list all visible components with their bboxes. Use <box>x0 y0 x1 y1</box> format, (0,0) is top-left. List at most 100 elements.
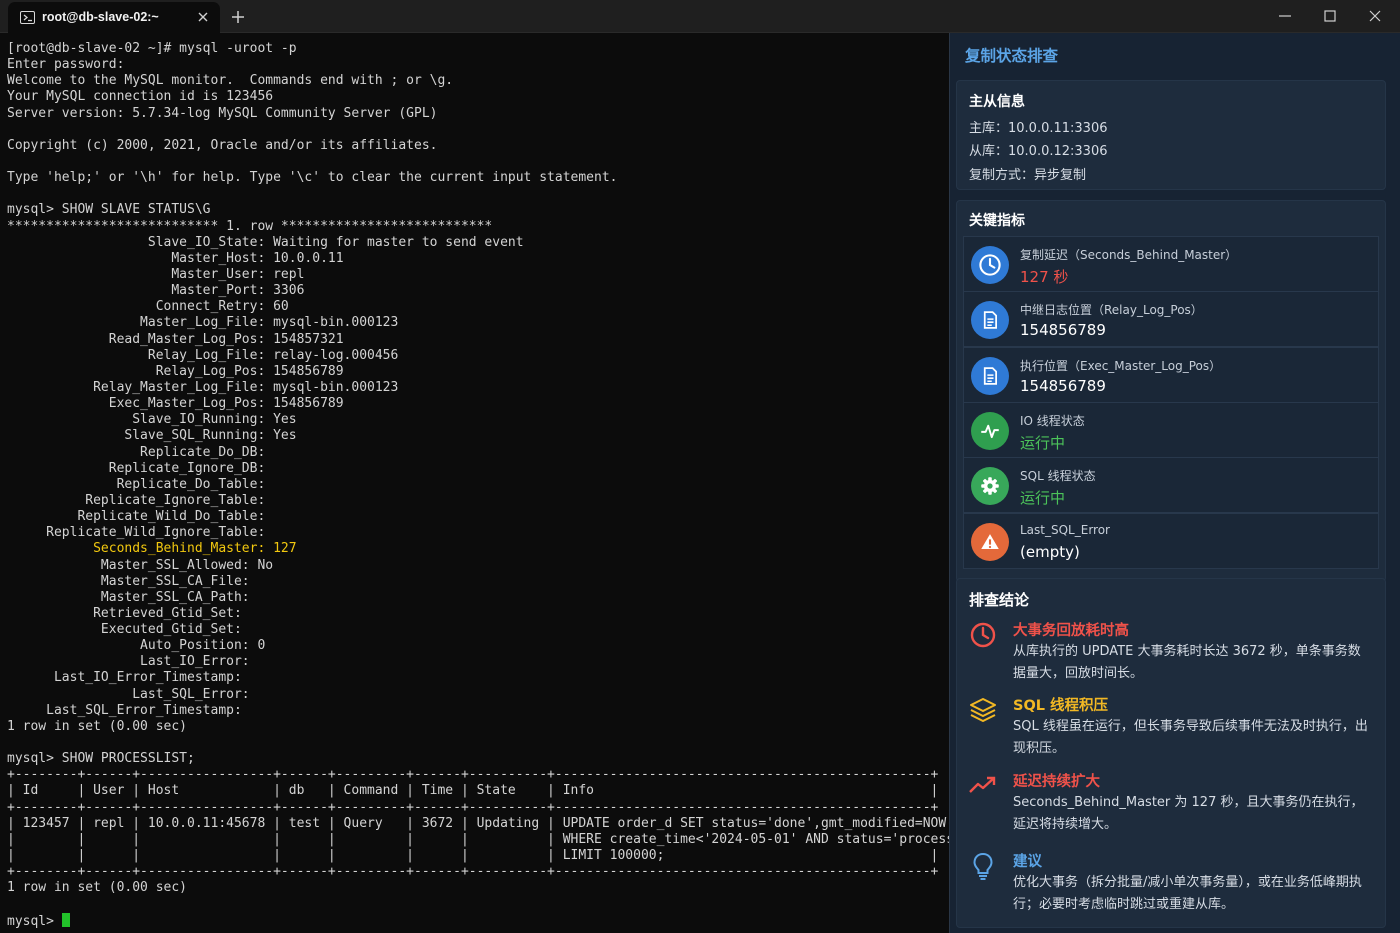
terminal-line: | | | | | | | | LIMIT 100000; | <box>7 848 939 864</box>
terminal-line: Welcome to the MySQL monitor. Commands e… <box>7 73 454 89</box>
conclusion-desc: SQL 线程虽在运行，但长事务导致后续事件无法及时执行，出现积压。 <box>1013 719 1368 756</box>
terminal-line: mysql> <box>7 912 949 929</box>
terminal-line: *************************** 1. row *****… <box>7 218 493 234</box>
terminal-line: Last_SQL_Error_Timestamp: <box>7 702 242 718</box>
terminal-line: Master_SSL_CA_File: <box>7 573 250 589</box>
terminal-line: +--------+------+-----------------+-----… <box>7 799 939 815</box>
metric-row: 复制延迟（Seconds_Behind_Master） 127 秒 <box>963 236 1379 292</box>
minimize-icon[interactable] <box>1277 8 1293 24</box>
conclusion-heading: 排查结论 <box>969 591 1030 609</box>
layers-icon <box>967 694 999 726</box>
lightbulb-icon <box>967 850 999 882</box>
metric-label: 复制延迟（Seconds_Behind_Master） <box>1020 248 1238 262</box>
metrics-heading: 关键指标 <box>969 213 1025 229</box>
conclusion-title: 延迟持续扩大 <box>1013 774 1100 790</box>
terminal-line: Relay_Master_Log_File: mysql-bin.000123 <box>7 379 399 395</box>
metric-row: 中继日志位置（Relay_Log_Pos） 154856789 <box>963 291 1379 348</box>
metric-label: IO 线程状态 <box>1020 413 1085 428</box>
terminal-line: Replicate_Wild_Do_Table: <box>7 509 266 525</box>
conclusion-desc: 从库执行的 UPDATE 大事务耗时长达 3672 秒，单条事务数据量大，回放时… <box>1013 644 1361 681</box>
maximize-icon[interactable] <box>1322 8 1338 24</box>
terminal-line: +--------+------+-----------------+-----… <box>7 767 939 783</box>
terminal-line: Slave_IO_State: Waiting for master to se… <box>7 234 524 250</box>
terminal-line: Slave_IO_Running: Yes <box>7 412 297 428</box>
terminal-line: Auto_Position: 0 <box>7 638 266 654</box>
terminal-output[interactable]: [root@db-slave-02 ~]# mysql -uroot -p Ent… <box>0 33 949 933</box>
terminal-line: 1 row in set (0.00 sec) <box>7 880 188 896</box>
document-icon <box>971 301 1009 340</box>
terminal-line: Relay_Log_File: relay-log.000456 <box>7 347 399 363</box>
terminal-line: Replicate_Ignore_DB: <box>7 460 266 476</box>
metric-row: IO 线程状态运行中 <box>963 401 1379 458</box>
terminal-cursor <box>61 912 70 927</box>
title-bar: root@db-slave-02:~ <box>0 0 1400 33</box>
metric-value: 运行中 <box>1020 433 1066 452</box>
terminal-line: Copyright (c) 2000, 2021, Oracle and/or … <box>7 137 438 153</box>
terminal-icon <box>20 11 35 24</box>
new-tab-icon[interactable] <box>228 7 248 27</box>
gear-icon <box>971 467 1009 506</box>
terminal-line: Master_Port: 3306 <box>7 283 305 299</box>
terminal-line: Relay_Log_Pos: 154856789 <box>7 363 344 379</box>
terminal-line: Replicate_Do_DB: <box>7 444 266 460</box>
clock-icon <box>971 246 1009 284</box>
tab-title: root@db-slave-02:~ <box>42 10 159 24</box>
terminal-line: Retrieved_Gtid_Set: <box>7 605 242 621</box>
terminal-line: Seconds_Behind_Master: 127 <box>7 541 949 557</box>
clock-icon <box>967 619 999 651</box>
terminal-line: Your MySQL connection id is 123456 <box>7 89 274 105</box>
metric-value: 154856789 <box>1020 321 1106 340</box>
terminal-line: Enter password: <box>7 57 125 73</box>
terminal-line: | Id | User | Host | db | Command | Time… <box>7 783 939 799</box>
close-window-icon[interactable] <box>1367 8 1383 24</box>
metric-row: 执行位置（Exec_Master_Log_Pos） 154856789 <box>963 346 1379 403</box>
terminal-line: Master_SSL_CA_Path: <box>7 589 250 605</box>
replication-panel: 复制状态排查 主从信息 主库：10.0.0.11:3306 从库：10.0.0.… <box>949 33 1400 933</box>
master-host: 主库：10.0.0.11:3306 <box>969 121 1108 136</box>
metric-row: SQL 线程状态 运行中 <box>963 457 1379 514</box>
master-slave-card: 主从信息 主库：10.0.0.11:3306 从库：10.0.0.12:3306… <box>956 80 1386 190</box>
terminal-line: Read_Master_Log_Pos: 154857321 <box>7 331 344 347</box>
tab-close-icon[interactable] <box>196 10 210 24</box>
panel-title: 复制状态排查 <box>965 47 1059 65</box>
conclusion-desc: 优化大事务（拆分批量/减小单次事务量），或在业务低峰期执行；必要时考虑临时跳过或… <box>1013 875 1362 912</box>
terminal-line: Exec_Master_Log_Pos: 154856789 <box>7 396 344 412</box>
terminal-line: Server version: 5.7.34-log MySQL Communi… <box>7 105 438 121</box>
conclusion-title: SQL 线程积压 <box>1013 698 1109 714</box>
terminal-line: Type 'help;' or '\h' for help. Type '\c'… <box>7 170 618 186</box>
replication-mode: 复制方式：异步复制 <box>969 168 1087 183</box>
terminal-line: 1 row in set (0.00 sec) <box>7 718 188 734</box>
document-icon <box>971 356 1009 395</box>
terminal-line: Slave_SQL_Running: Yes <box>7 428 297 444</box>
metrics-card: 关键指标 复制延迟（Seconds_Behind_Master） 127 秒中继日… <box>956 200 1386 582</box>
terminal-line: Master_User: repl <box>7 266 305 282</box>
master-slave-heading: 主从信息 <box>969 94 1025 110</box>
metric-value: 154856789 <box>1020 376 1106 395</box>
metric-label: 执行位置（Exec_Master_Log_Pos） <box>1020 358 1222 373</box>
terminal-line: Replicate_Wild_Ignore_Table: <box>7 525 266 541</box>
metric-row: Last_SQL_Error (empty) <box>963 512 1379 569</box>
terminal-line: mysql> SHOW PROCESSLIST; <box>7 751 195 767</box>
conclusion-desc: Seconds_Behind_Master 为 127 秒，且大事务仍在执行，延… <box>1013 795 1364 832</box>
terminal-line: Master_Host: 10.0.0.11 <box>7 250 344 266</box>
warning-icon <box>971 522 1009 561</box>
conclusion-title: 大事务回放耗时高 <box>1013 623 1129 639</box>
terminal-lines: [root@db-slave-02 ~]# mysql -uroot -p Ent… <box>7 41 949 929</box>
terminal-line: Last_SQL_Error: <box>7 686 250 702</box>
metric-value: 运行中 <box>1020 489 1066 508</box>
terminal-tab[interactable]: root@db-slave-02:~ <box>8 2 220 33</box>
metric-value: (empty) <box>1020 542 1080 561</box>
terminal-line: Master_SSL_Allowed: No <box>7 557 274 573</box>
terminal-line: Replicate_Ignore_Table: <box>7 492 266 508</box>
conclusion-card: 排查结论 大事务回放耗时高从库执行的 UPDATE 大事务耗时长达 3672 秒… <box>956 578 1386 928</box>
slave-host: 从库：10.0.0.12:3306 <box>969 144 1108 159</box>
terminal-line: mysql> SHOW SLAVE STATUS\G <box>7 202 211 218</box>
terminal-line: Last_IO_Error: <box>7 654 250 670</box>
terminal-line: Connect_Retry: 60 <box>7 299 289 315</box>
terminal-line: | 123457 | repl | 10.0.0.11:45678 | test… <box>7 815 949 831</box>
terminal-line: [root@db-slave-02 ~]# mysql -uroot -p <box>7 41 297 56</box>
metric-value: 127 秒 <box>1020 268 1069 286</box>
